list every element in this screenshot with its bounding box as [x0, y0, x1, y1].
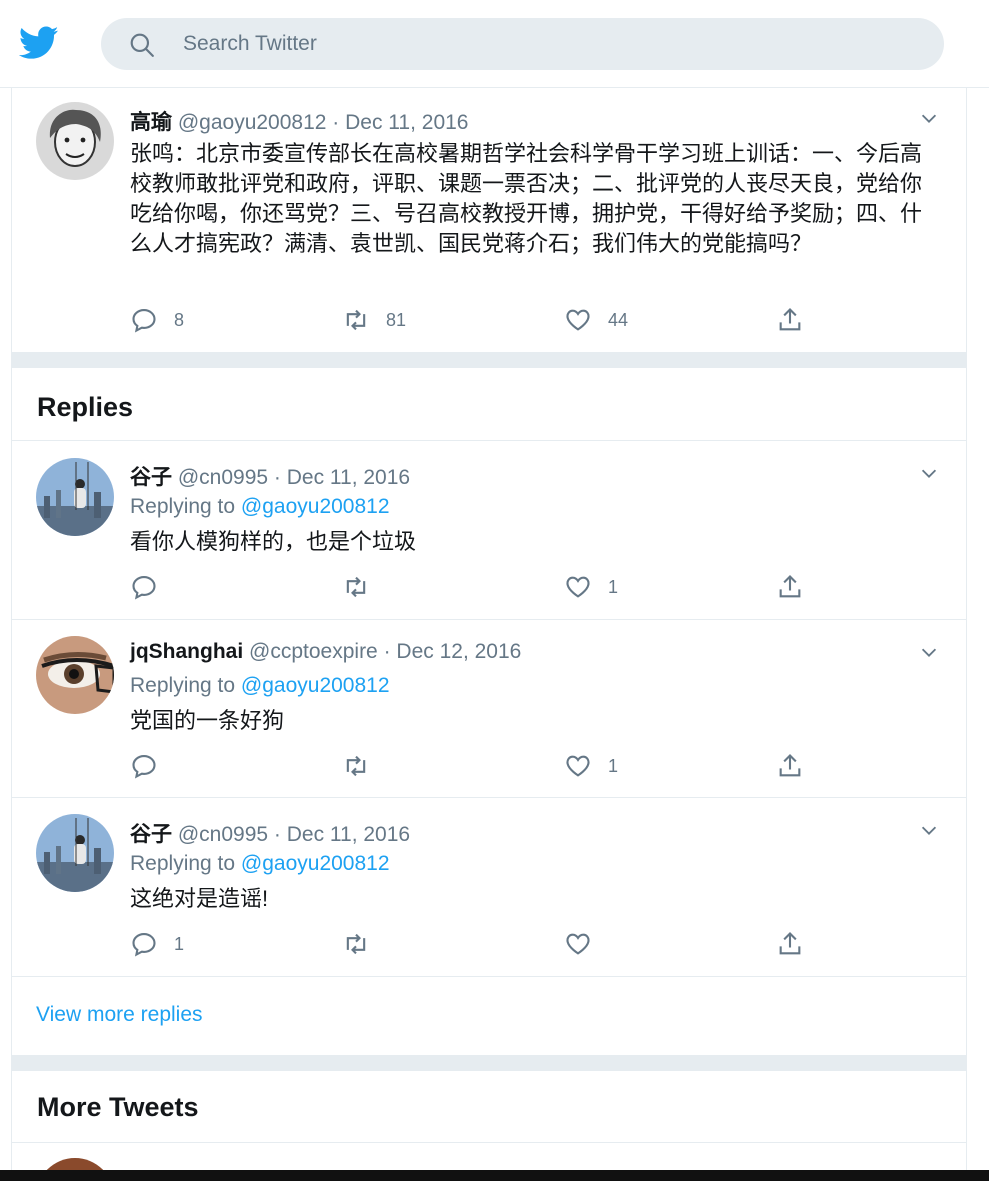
chevron-down-icon[interactable] — [918, 107, 940, 129]
retweet-count: 81 — [386, 309, 407, 330]
replying-to-handle-link[interactable]: @gaoyu200812 — [241, 674, 390, 697]
avatar[interactable] — [36, 1158, 114, 1170]
search-icon — [130, 33, 154, 57]
tweet-text: 张鸣：北京市委宣传部长在高校暑期哲学社会科学骨干学习班上训话：一、今后高校教师敢… — [130, 141, 923, 256]
chevron-down-icon[interactable] — [918, 462, 940, 484]
tweet-text: 这绝对是造谣! — [130, 886, 269, 911]
handle-date: @ccptoexpire · Dec 12, 2016 — [249, 640, 522, 663]
replying-to-label: Replying to — [130, 495, 241, 518]
like-count: 44 — [608, 309, 629, 330]
reply-tweet[interactable]: 谷子 @cn0995 · Dec 11, 2016 Replying to @g… — [12, 798, 966, 976]
tweet-actions: 1 — [130, 751, 830, 781]
twitter-logo-icon[interactable] — [19, 25, 59, 61]
tweet-header: jqShanghai @ccptoexpire · Dec 12, 2016 — [130, 640, 521, 664]
like-button[interactable]: 1 — [564, 751, 618, 781]
share-icon — [779, 754, 801, 777]
retweet-button[interactable]: 81 — [342, 305, 406, 335]
more-tweets-heading: More Tweets — [37, 1092, 199, 1122]
heart-icon — [566, 933, 590, 955]
retweet-icon — [346, 309, 366, 331]
reply-button[interactable] — [130, 751, 174, 781]
search-input[interactable]: Search Twitter — [101, 18, 944, 70]
reply-button[interactable]: 8 — [130, 305, 184, 335]
like-button[interactable]: 44 — [564, 305, 628, 335]
handle-date: @cn0995 · Dec 11, 2016 — [177, 823, 411, 846]
retweet-button[interactable] — [342, 751, 386, 781]
share-button[interactable] — [776, 572, 804, 602]
view-more-replies-link[interactable]: View more replies — [36, 1003, 203, 1027]
reply-tweet[interactable]: jqShanghai @ccptoexpire · Dec 12, 2016 R… — [12, 620, 966, 797]
tweet-text: 看你人模狗样的，也是个垃圾 — [130, 529, 417, 554]
tweet-actions: 8 81 44 — [130, 305, 830, 335]
replying-to: Replying to @gaoyu200812 — [130, 852, 390, 876]
display-name[interactable]: 高瑜 — [130, 111, 172, 134]
divider — [12, 1142, 966, 1143]
replying-to: Replying to @gaoyu200812 — [130, 495, 390, 519]
like-count: 1 — [608, 755, 619, 776]
share-icon — [779, 932, 801, 955]
share-icon — [779, 575, 801, 598]
reply-count: 1 — [174, 933, 185, 954]
replying-to-handle-link[interactable]: @gaoyu200812 — [241, 495, 390, 518]
chevron-down-icon[interactable] — [918, 819, 940, 841]
tweet-header: 谷子 @cn0995 · Dec 11, 2016 — [130, 461, 410, 491]
main-tweet[interactable]: 高瑜 @gaoyu200812 · Dec 11, 2016 张鸣：北京市委宣传… — [12, 88, 966, 352]
retweet-button[interactable] — [342, 929, 386, 959]
replying-to-label: Replying to — [130, 852, 241, 875]
like-button[interactable] — [564, 929, 608, 959]
heart-icon — [566, 576, 590, 598]
retweet-icon — [346, 576, 366, 598]
section-separator — [12, 352, 966, 368]
handle-date: @gaoyu200812 · Dec 11, 2016 — [177, 111, 469, 134]
top-bar: Search Twitter — [0, 0, 989, 88]
avatar[interactable] — [36, 458, 114, 536]
tweet-actions: 1 — [130, 929, 830, 959]
reply-button[interactable]: 1 — [130, 929, 184, 959]
section-separator — [12, 1055, 966, 1071]
tweet-text: 党国的一条好狗 — [130, 708, 285, 733]
retweet-icon — [346, 933, 366, 955]
reply-icon — [132, 576, 156, 600]
reply-count: 8 — [174, 309, 185, 330]
replying-to-label: Replying to — [130, 674, 241, 697]
avatar[interactable] — [36, 636, 114, 714]
retweet-button[interactable] — [342, 572, 386, 602]
replying-to: Replying to @gaoyu200812 — [130, 674, 390, 698]
reply-icon — [132, 755, 156, 779]
display-name[interactable]: jqShanghai — [130, 640, 243, 663]
share-button[interactable] — [776, 929, 804, 959]
share-icon — [779, 308, 801, 331]
avatar[interactable] — [36, 102, 114, 180]
right-gutter — [966, 88, 989, 1181]
reply-tweet[interactable]: 谷子 @cn0995 · Dec 11, 2016 Replying to @g… — [12, 441, 966, 619]
tweet-header: 高瑜 @gaoyu200812 · Dec 11, 2016 — [130, 106, 468, 136]
tweet-header: 谷子 @cn0995 · Dec 11, 2016 — [130, 818, 410, 848]
replying-to-handle-link[interactable]: @gaoyu200812 — [241, 852, 390, 875]
like-button[interactable]: 1 — [564, 572, 618, 602]
retweet-icon — [346, 755, 366, 777]
divider — [12, 976, 966, 977]
left-gutter — [0, 88, 12, 1181]
share-button[interactable] — [776, 751, 804, 781]
replies-heading: Replies — [37, 392, 134, 422]
reply-icon — [132, 309, 156, 333]
share-button[interactable] — [776, 305, 804, 335]
handle-date: @cn0995 · Dec 11, 2016 — [177, 466, 411, 489]
reply-button[interactable] — [130, 572, 174, 602]
reply-icon — [132, 933, 156, 957]
search-placeholder: Search Twitter — [183, 32, 317, 55]
like-count: 1 — [608, 576, 619, 597]
avatar[interactable] — [36, 814, 114, 892]
display-name[interactable]: 谷子 — [130, 823, 172, 846]
bottom-bar — [0, 1170, 989, 1181]
tweet-actions: 1 — [130, 572, 830, 602]
chevron-down-icon[interactable] — [918, 641, 940, 663]
heart-icon — [566, 755, 590, 777]
heart-icon — [566, 309, 590, 331]
display-name[interactable]: 谷子 — [130, 466, 172, 489]
